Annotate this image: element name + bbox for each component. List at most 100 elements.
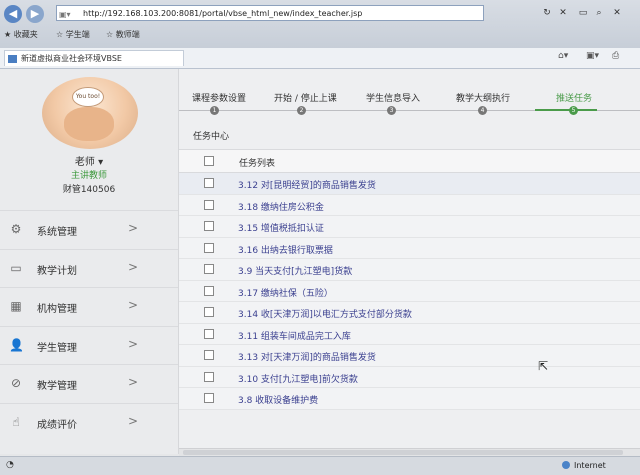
row-checkbox[interactable] — [204, 199, 214, 210]
task-link[interactable]: 3.17 缴纳社保（五险） — [238, 286, 333, 299]
step-dot-2[interactable]: 2 — [297, 106, 306, 115]
user-icon: 👤 — [9, 337, 24, 352]
row-checkbox[interactable] — [204, 285, 214, 296]
favorites-button[interactable]: ★ 收藏夹 — [4, 29, 38, 40]
back-icon[interactable]: ◀ — [4, 5, 22, 23]
browser-tab[interactable]: 新道虚拟商业社会环境VBSE — [4, 50, 184, 66]
step-student-import[interactable]: 学生信息导入 — [366, 91, 420, 104]
globe-icon — [562, 461, 570, 469]
favorite-student[interactable]: ☆ 学生端 — [56, 29, 90, 40]
sidebar-item-teaching[interactable]: ⊘ 教学管理 > — [0, 364, 178, 403]
step-syllabus[interactable]: 教学大纲执行 — [456, 91, 510, 104]
step-dot-5[interactable]: 5 — [569, 106, 578, 115]
row-checkbox[interactable] — [204, 328, 214, 339]
step-start-stop[interactable]: 开始 / 停止上课 — [274, 91, 337, 104]
row-checkbox[interactable] — [204, 264, 214, 274]
sidebar-item-system[interactable]: ⚙ 系统管理 > — [0, 210, 178, 249]
task-link[interactable]: 3.11 组装车间成品完工入库 — [238, 329, 351, 342]
sidebar-item-plan[interactable]: ▭ 教学计划 > — [0, 248, 178, 288]
task-link[interactable]: 3.14 收[天津万润]以电汇方式支付部分货款 — [238, 307, 412, 320]
task-link[interactable]: 3.13 对[天津万润]的商品销售发货 — [238, 350, 376, 363]
table-row[interactable]: 3.8 收取设备维护费 — [179, 388, 640, 410]
chevron-right-icon: > — [128, 336, 139, 351]
select-all-checkbox[interactable] — [204, 156, 214, 166]
address-bar[interactable]: ▣▾ http://192.168.103.200:8081/portal/vb… — [56, 5, 484, 21]
compass-icon: ⊘ — [10, 376, 22, 390]
avatar-bubble: You too! — [72, 87, 104, 107]
address-row: ◀ ▶ ▣▾ http://192.168.103.200:8081/porta… — [0, 4, 640, 24]
step-dot-4[interactable]: 4 — [478, 106, 487, 115]
stop-icon[interactable]: ✕ — [556, 6, 570, 20]
favorite-teacher[interactable]: ☆ 教师端 — [106, 29, 140, 40]
chevron-right-icon: > — [128, 375, 139, 389]
row-checkbox[interactable] — [204, 221, 214, 231]
tab-title: 新道虚拟商业社会环境VBSE — [21, 54, 122, 63]
sidebar-item-label: 机构管理 — [37, 304, 77, 315]
row-checkbox[interactable] — [204, 178, 214, 188]
security-zone: Internet — [574, 461, 606, 470]
sidebar-item-label: 学生管理 — [37, 342, 77, 354]
gear-icon: ⚙ — [10, 222, 22, 236]
table-row[interactable]: 3.15 增值税抵扣认证 — [179, 216, 640, 238]
chevron-right-icon: > — [128, 413, 139, 428]
page-icon: ▣▾ — [59, 10, 71, 19]
task-link[interactable]: 3.15 增值税抵扣认证 — [238, 221, 324, 234]
sidebar-item-label: 成绩评价 — [37, 419, 77, 431]
chevron-right-icon: > — [128, 259, 139, 274]
step-push-task[interactable]: 推送任务 — [556, 91, 592, 104]
feed-icon[interactable]: ▣▾ — [586, 51, 599, 61]
table-row[interactable]: 3.14 收[天津万润]以电汇方式支付部分货款 — [179, 302, 640, 324]
row-checkbox[interactable] — [204, 371, 214, 382]
table-row[interactable]: 3.11 组装车间成品完工入库 — [179, 323, 640, 345]
sidebar-item-label: 教学管理 — [37, 381, 77, 392]
forward-icon[interactable]: ▶ — [26, 5, 44, 23]
table-row[interactable]: 3.12 对[昆明经贸]的商品销售发货 — [179, 173, 640, 195]
refresh-icon[interactable]: ↻ — [540, 6, 554, 20]
column-header-task-list: 任务列表 — [239, 159, 276, 169]
step-wizard: 课程参数设置 1 开始 / 停止上课 2 学生信息导入 3 教学大纲执行 4 推… — [179, 91, 640, 121]
favorites-bar: ★ 收藏夹 ☆ 学生端 ☆ 教师端 — [0, 26, 640, 44]
task-link[interactable]: 3.18 缴纳住房公积金 — [238, 200, 324, 213]
table-row[interactable]: 3.16 出纳去银行取票据 — [179, 237, 640, 259]
favicon-icon — [8, 55, 17, 63]
chevron-right-icon: > — [128, 221, 139, 235]
row-checkbox[interactable] — [204, 242, 214, 253]
row-checkbox[interactable] — [204, 393, 214, 403]
account-name: 财管140506 — [62, 185, 116, 195]
task-link[interactable]: 3.9 当天支付[九江塑电]货款 — [238, 264, 352, 277]
search-icon[interactable]: ⌕ — [592, 6, 606, 20]
task-link[interactable]: 3.8 收取设备维护费 — [238, 393, 318, 406]
row-checkbox[interactable] — [204, 350, 214, 360]
teacher-role: 主讲教师 — [70, 171, 107, 181]
task-link[interactable]: 3.16 出纳去银行取票据 — [238, 243, 333, 256]
table-row[interactable]: 3.13 对[天津万润]的商品销售发货 — [179, 345, 640, 367]
step-dot-3[interactable]: 3 — [387, 106, 396, 115]
table-row[interactable]: 3.17 缴纳社保（五险） — [179, 280, 640, 302]
print-icon[interactable]: ⎙ — [612, 51, 619, 61]
row-checkbox[interactable] — [204, 307, 214, 317]
table-row[interactable]: 3.10 支付[九江塑电]前欠货款 — [179, 366, 640, 388]
sidebar-item-grades[interactable]: ☝ 成绩评价 > — [0, 402, 178, 442]
step-dot-1[interactable]: 1 — [210, 106, 219, 115]
home-icon[interactable]: ⌂▾ — [558, 51, 568, 61]
status-done-icon: ◔ — [6, 460, 14, 470]
avatar-face — [64, 107, 114, 141]
step-course-params[interactable]: 课程参数设置 — [192, 91, 246, 104]
task-link[interactable]: 3.12 对[昆明经贸]的商品销售发货 — [238, 178, 376, 191]
teacher-dropdown[interactable]: 老师 ▾ — [0, 153, 178, 168]
minimize-icon[interactable]: ▭ — [576, 6, 590, 20]
status-bar: ◔ Internet — [0, 456, 640, 475]
mouse-cursor-icon: ⇱ — [538, 359, 549, 373]
browser-chrome: ◀ ▶ ▣▾ http://192.168.103.200:8081/porta… — [0, 0, 640, 48]
task-table: 任务列表 3.12 对[昆明经贸]的商品销售发货 3.18 缴纳住房公积金 3.… — [179, 149, 640, 410]
table-row[interactable]: 3.18 缴纳住房公积金 — [179, 194, 640, 216]
task-link[interactable]: 3.10 支付[九江塑电]前欠货款 — [238, 372, 358, 385]
scrollbar-thumb[interactable] — [183, 450, 623, 455]
sidebar-item-org[interactable]: ▦ 机构管理 > — [0, 287, 178, 326]
sidebar-item-students[interactable]: 👤 学生管理 > — [0, 325, 178, 365]
avatar[interactable]: You too! — [42, 77, 138, 149]
main-content: 课程参数设置 1 开始 / 停止上课 2 学生信息导入 3 教学大纲执行 4 推… — [179, 69, 640, 454]
sidebar-item-label: 系统管理 — [37, 227, 77, 238]
table-row[interactable]: 3.9 当天支付[九江塑电]货款 — [179, 259, 640, 281]
close-icon[interactable]: ✕ — [610, 6, 624, 20]
